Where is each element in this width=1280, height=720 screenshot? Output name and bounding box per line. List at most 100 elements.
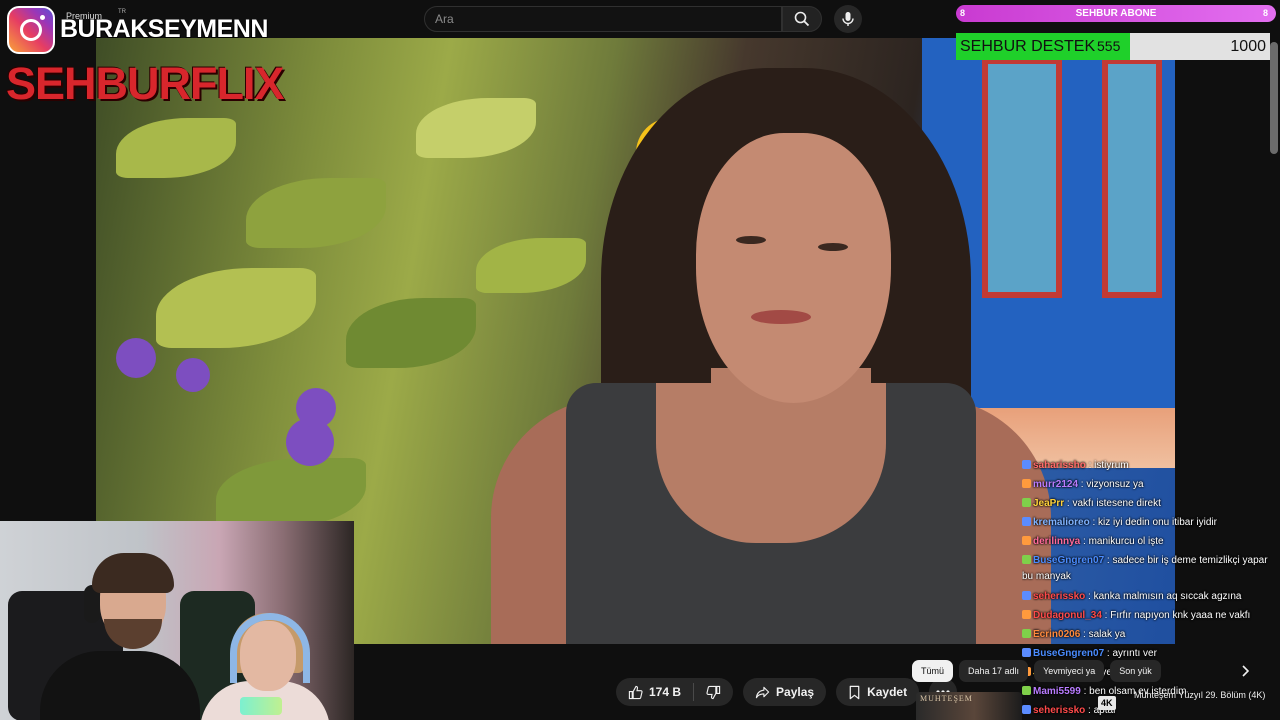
page-scrollbar[interactable] — [1270, 42, 1278, 154]
chat-message: saharissho : istiyrum — [1022, 456, 1278, 475]
share-label: Paylaş — [776, 685, 815, 699]
instagram-handle: BURAKSEYMENN — [60, 15, 268, 43]
chat-message: Dudagonul_34 : Fırfır napıyon knk yaaa n… — [1022, 606, 1278, 625]
instagram-icon — [7, 6, 55, 54]
search-box[interactable] — [424, 6, 782, 32]
search-input[interactable] — [425, 7, 781, 31]
chat-message: kremalioreo : kiz iyi dedin onu itibar i… — [1022, 513, 1278, 532]
chat-username[interactable]: murr2124 — [1033, 479, 1078, 490]
chat-badge-icon — [1022, 555, 1031, 564]
like-count: 174 B — [649, 685, 682, 699]
chat-message: seherissko : aptal — [1022, 701, 1278, 720]
filter-chip[interactable]: Tümü — [912, 660, 954, 682]
subscriber-goal-bar: 8 SEHBUR ABONE 8 — [956, 5, 1276, 22]
chat-message-text: Fırfır napıyon knk yaaa ne vakfı — [1110, 610, 1251, 621]
video-person-face — [696, 133, 891, 403]
streamer-body — [40, 651, 200, 720]
video-flower — [296, 388, 336, 428]
video-door-panel — [1102, 58, 1162, 298]
thumbs-up-icon — [628, 685, 643, 699]
video-actions: 174 B Paylaş Kaydet — [616, 678, 958, 708]
chat-badge-icon — [1022, 498, 1031, 507]
video-foliage — [476, 238, 586, 293]
chat-message-text: kanka malmısın aq sıccak agzına — [1093, 591, 1242, 602]
chat-badge-icon — [1022, 629, 1031, 638]
video-foliage — [346, 298, 476, 368]
video-foliage — [156, 268, 316, 348]
chat-username[interactable]: seherissko — [1033, 591, 1085, 602]
headphones-icon — [230, 613, 310, 683]
chat-message-text: kiz iyi dedin onu itibar iyidir — [1098, 517, 1217, 528]
filter-chip[interactable]: Daha 17 adlı — [959, 660, 1029, 682]
video-person-eye — [818, 243, 848, 251]
chat-username[interactable]: seherissko — [1033, 705, 1085, 716]
like-dislike-group: 174 B — [616, 678, 734, 706]
chat-badge-icon — [1022, 648, 1031, 657]
subscriber-goal-right: 8 — [1262, 8, 1268, 18]
chat-badge-icon — [1022, 591, 1031, 600]
brand-logo-text: SEHBURFLIX — [6, 58, 285, 109]
save-button[interactable]: Kaydet — [836, 678, 920, 706]
rgb-light — [240, 697, 282, 715]
share-icon — [755, 686, 770, 698]
support-goal-label: SEHBUR DESTEK — [960, 38, 1096, 55]
chat-message: BuseGngren07 : sadece bir iş deme temizl… — [1022, 555, 1268, 582]
support-goal-current: 555 — [1097, 38, 1121, 54]
support-goal-target: 1000 — [1230, 38, 1266, 55]
filter-chip[interactable]: Son yük — [1110, 660, 1161, 682]
chat-badge-icon — [1022, 460, 1031, 469]
chips-next-button[interactable] — [1236, 662, 1254, 680]
chat-badge-icon — [1022, 479, 1031, 488]
chat-message: Ecrin0206 : salak ya — [1022, 625, 1278, 644]
chat-username[interactable]: Ecrin0206 — [1033, 629, 1080, 640]
thumbs-down-icon — [706, 685, 721, 699]
video-flower — [116, 338, 156, 378]
video-person-eye — [736, 236, 766, 244]
video-foliage — [416, 98, 536, 158]
subscriber-goal-left: 8 — [960, 8, 966, 18]
video-foliage — [216, 458, 366, 528]
recommendation-thumb-text: MUHTEŞEM — [920, 694, 973, 703]
chevron-right-icon — [1242, 665, 1249, 677]
chat-username[interactable]: BuseGngren07 — [1033, 648, 1104, 659]
chat-username[interactable]: BuseGngren07 — [1033, 555, 1104, 566]
bookmark-icon — [849, 685, 860, 699]
chat-message-text: salak ya — [1088, 629, 1126, 640]
dislike-button[interactable] — [694, 678, 733, 706]
chat-message: JeaPrr : vakfı istesene direkt — [1022, 494, 1278, 513]
chat-username[interactable]: kremalioreo — [1033, 517, 1090, 528]
chat-message-text: manikurcu ol işte — [1088, 536, 1164, 547]
chat-username[interactable]: JeaPrr — [1033, 498, 1064, 509]
chat-username[interactable]: saharissho — [1033, 460, 1086, 471]
recommendation-title[interactable]: Muhteşem Yüzyıl 29. Bölüm (4K) — [1134, 689, 1274, 702]
video-flower — [176, 358, 210, 392]
streamer-hair — [92, 553, 174, 593]
chat-badge-icon — [1022, 536, 1031, 545]
chat-badge-icon — [1022, 517, 1031, 526]
chat-badge-icon — [1022, 705, 1031, 714]
search-button[interactable] — [782, 6, 822, 32]
subscriber-goal-label: SEHBUR ABONE — [1075, 8, 1157, 19]
share-button[interactable]: Paylaş — [743, 678, 827, 706]
chat-badge-icon — [1022, 686, 1031, 695]
video-foliage — [116, 118, 236, 178]
chat-message-text: vizyonsuz ya — [1086, 479, 1144, 490]
chat-badge-icon — [1022, 610, 1031, 619]
video-person-lips — [751, 310, 811, 324]
search-icon — [794, 11, 810, 27]
chat-username[interactable]: Mami5599 — [1033, 686, 1081, 697]
recommendation-thumbnail[interactable]: MUHTEŞEM — [916, 692, 1022, 720]
chat-username[interactable]: Dudagonul_34 — [1033, 610, 1102, 621]
support-goal-bar: SEHBUR DESTEK 555 1000 — [956, 33, 1270, 60]
chat-message-text: ayrıntı ver — [1112, 648, 1157, 659]
chat-message: seherissko : kanka malmısın aq sıccak ag… — [1022, 587, 1278, 606]
chat-username[interactable]: derilinnya — [1033, 536, 1080, 547]
chat-message-text: vakfı istesene direkt — [1072, 498, 1161, 509]
microphone-icon — [842, 12, 854, 26]
like-button[interactable]: 174 B — [616, 678, 693, 706]
filter-chips: Tümü Daha 17 adlı Yevmiyeci ya Son yük — [912, 660, 1252, 682]
chat-message-text: istiyrum — [1094, 460, 1129, 471]
voice-search-button[interactable] — [834, 5, 862, 33]
filter-chip[interactable]: Yevmiyeci ya — [1034, 660, 1105, 682]
webcam-feed — [0, 521, 354, 720]
